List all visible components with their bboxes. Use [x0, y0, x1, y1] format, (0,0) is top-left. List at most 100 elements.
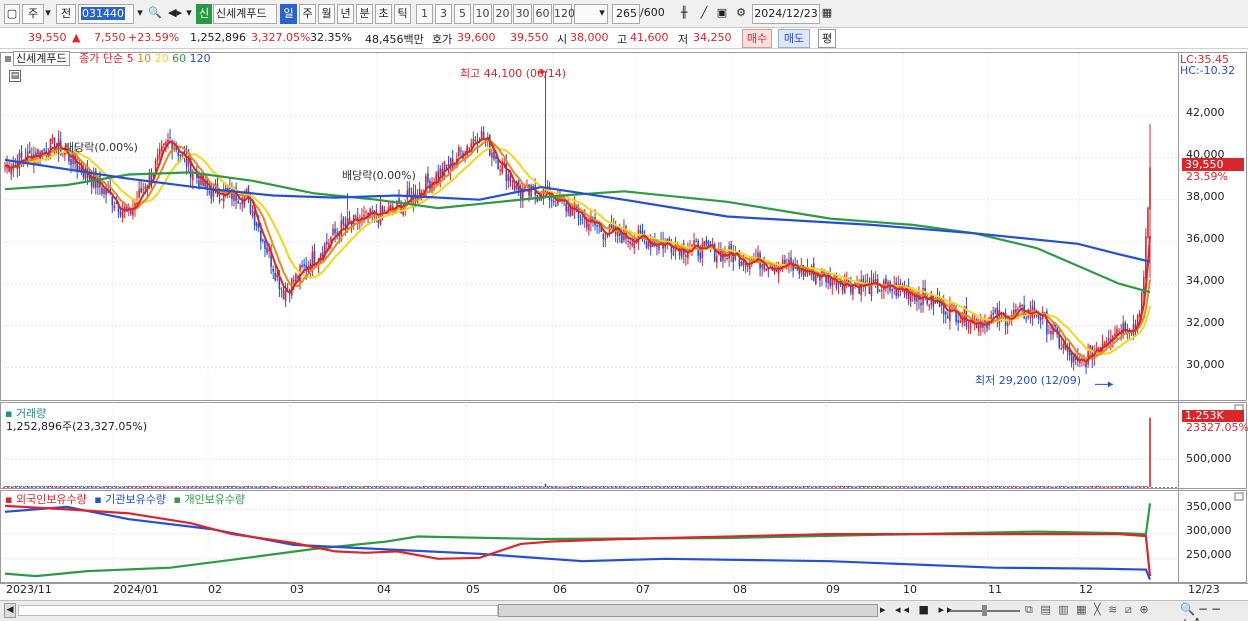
candle-body — [627, 240, 629, 242]
candle-body — [947, 315, 949, 318]
candle-body — [177, 152, 180, 156]
count-input[interactable]: 265 — [612, 4, 640, 24]
table-icon[interactable]: ▤ — [9, 70, 21, 82]
interval-20[interactable]: 20 — [493, 4, 512, 24]
volume-bar — [980, 486, 982, 488]
candle-body — [992, 312, 995, 315]
volume-bar — [381, 486, 384, 488]
volume-bar — [486, 486, 489, 488]
x-axis: 2023/11 2024/01 02 03 04 05 06 07 08 09 … — [0, 583, 1248, 600]
volume-bar — [278, 486, 281, 488]
volume-bar — [821, 486, 823, 488]
volume-bar — [565, 486, 567, 488]
window-icon[interactable]: ▢ — [4, 4, 20, 24]
tool-icons[interactable]: ⧉ ▤ ▥ ▦ ╳ ≋ ⧄ ⊕ — [1025, 603, 1151, 617]
search-icon[interactable]: 🔍 — [148, 4, 162, 24]
volume-bar — [251, 486, 254, 488]
tab-day[interactable]: 일 — [280, 4, 297, 24]
chevron-down-icon[interactable]: ▾ — [596, 4, 608, 24]
candle-body — [695, 241, 697, 243]
volume-bar — [604, 486, 607, 488]
code-input[interactable]: 031440 — [78, 4, 134, 24]
interval-120[interactable]: 120 — [553, 4, 575, 24]
zoom-icons[interactable]: 🔍−−+A — [1180, 602, 1248, 621]
tab-year[interactable]: 년 — [337, 4, 354, 24]
candle-body — [969, 324, 972, 328]
interval-5[interactable]: 5 — [454, 4, 471, 24]
volume-bar — [798, 486, 801, 488]
panel-close-icon — [1234, 492, 1244, 501]
prev-button[interactable]: 전 — [56, 4, 76, 24]
volume-bar — [260, 485, 262, 487]
volume-bar — [938, 486, 941, 488]
candle-body — [224, 187, 227, 190]
eval-button[interactable]: 평 — [818, 29, 836, 48]
speaker-icon[interactable]: ◀▸ — [166, 4, 184, 24]
volume-bar — [47, 486, 50, 488]
tab-second[interactable]: 초 — [375, 4, 392, 24]
candle-body — [293, 280, 295, 282]
tab-minute[interactable]: 분 — [356, 4, 373, 24]
volume-bar — [20, 486, 23, 488]
buy-button[interactable]: 매수 — [742, 29, 772, 48]
tab-week[interactable]: 주 — [299, 4, 316, 24]
interval-1[interactable]: 1 — [416, 4, 433, 24]
volume-bar — [695, 485, 697, 487]
candle-body — [1039, 317, 1042, 321]
gear-icon[interactable]: ⚙ — [733, 4, 749, 24]
chevron-down-icon[interactable]: ▾ — [184, 4, 194, 24]
stock-chart[interactable] — [0, 49, 1248, 600]
interval-10[interactable]: 10 — [473, 4, 492, 24]
candle-icon[interactable]: ╫ — [676, 4, 692, 24]
volume-bar — [156, 486, 159, 488]
volume-bar — [1145, 486, 1147, 488]
volume-bar — [239, 486, 241, 488]
save-icon[interactable]: ▣ — [714, 4, 730, 24]
candle-body — [715, 256, 718, 263]
volume-bar — [781, 486, 784, 488]
bid-label: 호가 — [432, 33, 453, 46]
volume-bar — [451, 485, 454, 487]
candle-body — [1060, 347, 1063, 349]
volume-bar — [771, 485, 774, 487]
volume-bar — [790, 486, 792, 488]
volume-bar — [561, 486, 563, 488]
candle-body — [701, 243, 704, 259]
chevron-down-icon[interactable]: ▾ — [134, 4, 146, 24]
scroll-left-icon[interactable]: ◀ — [4, 603, 16, 618]
volume-bar — [544, 483, 547, 487]
volume-bar — [608, 486, 611, 488]
date-input[interactable]: 2024/12/23 — [752, 4, 820, 24]
volume-bar — [744, 486, 747, 488]
volume-bar — [505, 486, 508, 488]
volume-bar — [420, 486, 423, 488]
volume-bar — [400, 486, 402, 488]
nav-controls[interactable]: ▸ ◂◂ ■ ▸▸ — [880, 603, 956, 616]
scroll-thumb[interactable] — [498, 604, 878, 617]
candle-body — [511, 184, 514, 186]
volume-bar — [858, 485, 860, 487]
volume-bar — [588, 486, 590, 488]
candle-body — [280, 288, 283, 290]
type-select[interactable]: 주 — [22, 4, 44, 24]
interval-60[interactable]: 60 — [533, 4, 552, 24]
chevron-down-icon[interactable]: ▾ — [42, 4, 54, 24]
draw-line-icon[interactable]: ╱ — [696, 4, 712, 24]
sell-button[interactable]: 매도 — [778, 29, 810, 48]
volume-bar — [257, 486, 260, 488]
volume-bar — [511, 486, 514, 488]
interval-3[interactable]: 3 — [435, 4, 452, 24]
volume-bar — [1013, 485, 1015, 487]
volume-bar — [901, 486, 904, 488]
zoom-handle[interactable] — [982, 605, 987, 616]
volume-bar — [72, 486, 74, 488]
interval-30[interactable]: 30 — [513, 4, 532, 24]
volume-bar — [33, 486, 35, 488]
volume-bar — [1000, 485, 1003, 487]
calendar-icon[interactable]: ▦ — [820, 4, 834, 24]
tab-month[interactable]: 월 — [318, 4, 335, 24]
legend-stock-name[interactable]: 신세계푸드 — [13, 51, 70, 66]
scroll-track[interactable] — [18, 605, 498, 616]
volume-bar — [105, 486, 107, 488]
tab-tick[interactable]: 틱 — [394, 4, 411, 24]
